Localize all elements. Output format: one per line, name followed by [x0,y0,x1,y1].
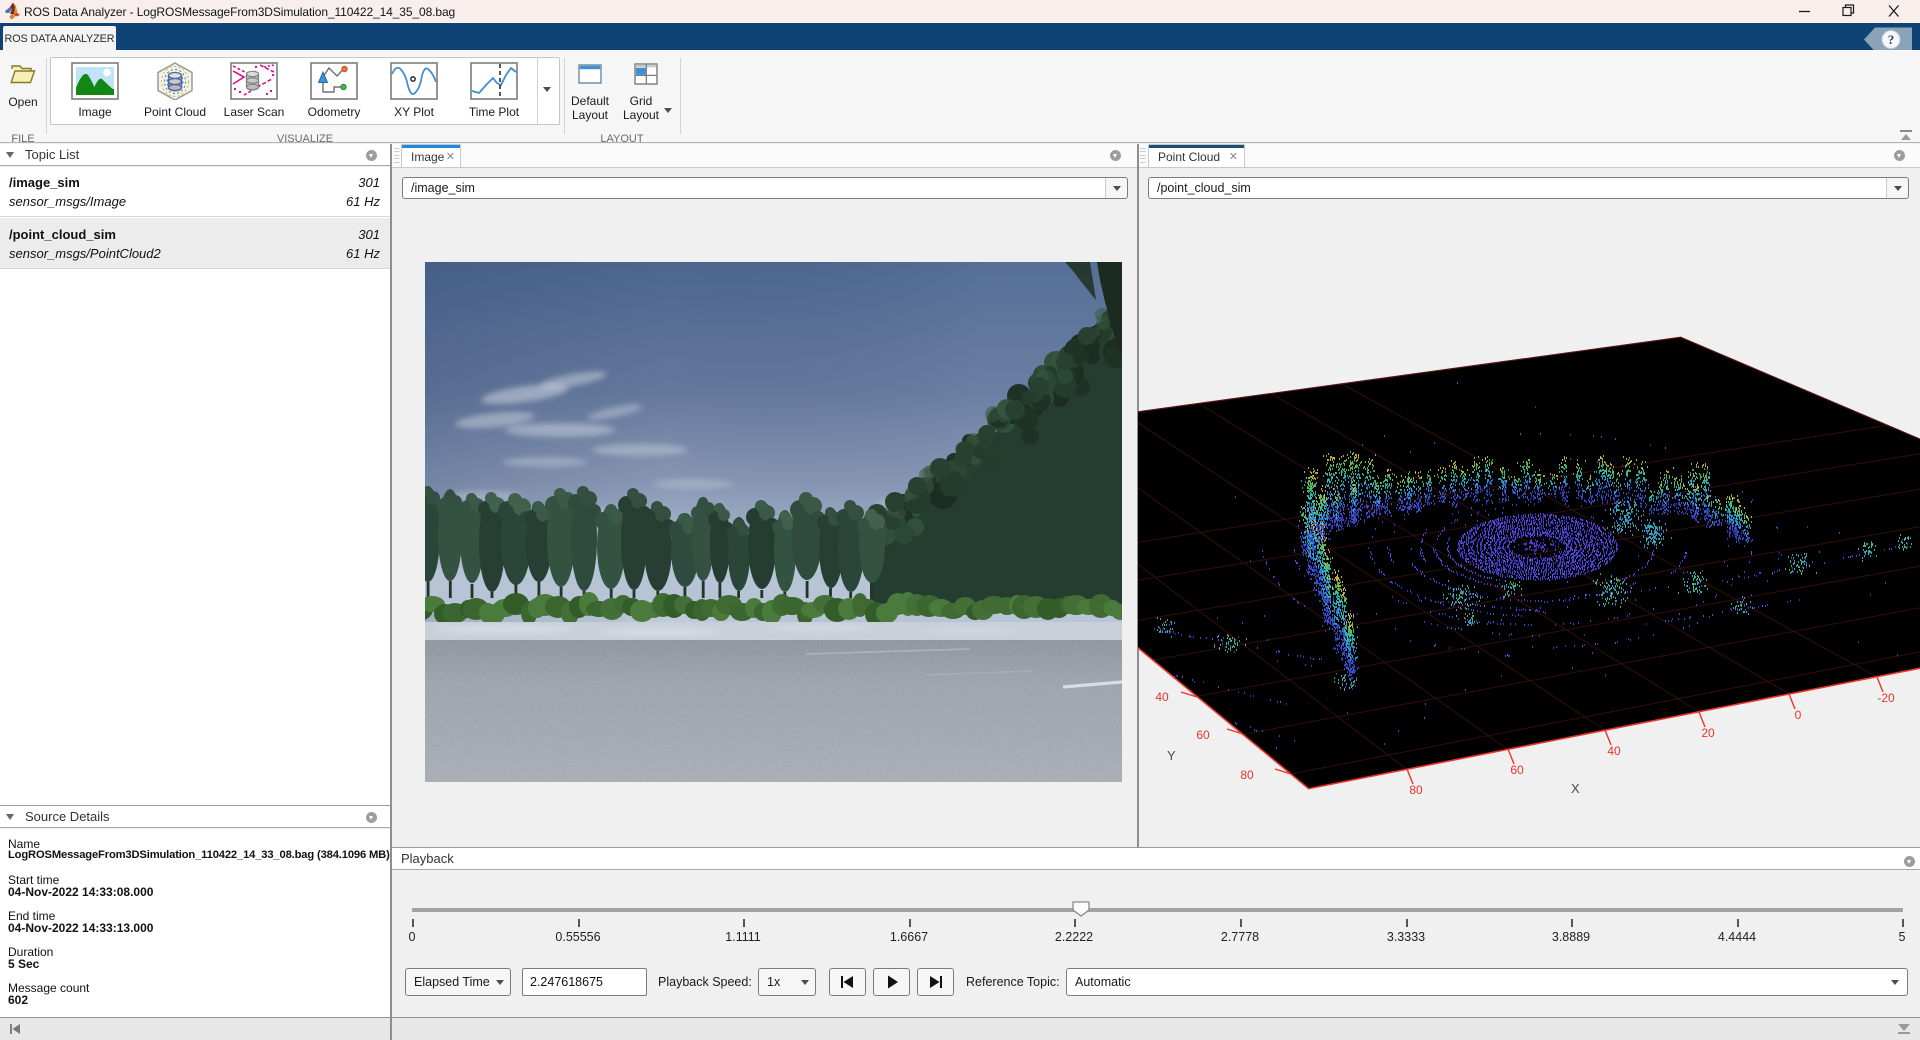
svg-text:20: 20 [1701,726,1715,740]
svg-text:?: ? [1888,32,1895,47]
svg-text:Y: Y [1167,748,1176,763]
svg-text:X: X [1571,781,1580,796]
svg-text:80: 80 [1240,768,1254,782]
svg-text:40: 40 [1155,690,1169,704]
svg-text:60: 60 [1196,728,1210,742]
svg-text:80: 80 [1409,783,1423,797]
svg-text:40: 40 [1607,744,1621,758]
svg-text:-20: -20 [1877,691,1895,705]
svg-text:0: 0 [1795,708,1802,722]
svg-text:60: 60 [1510,763,1524,777]
